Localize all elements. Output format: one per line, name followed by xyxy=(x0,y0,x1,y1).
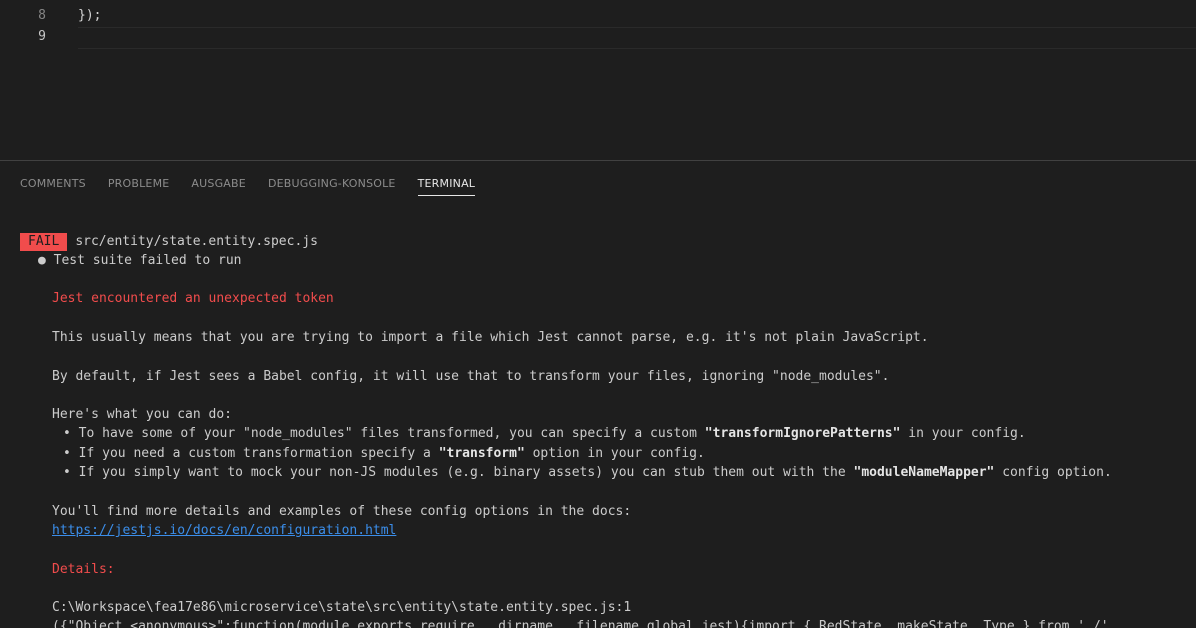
bullet-text: • To have some of your "node_modules" fi… xyxy=(63,426,705,441)
tab-comments[interactable]: COMMENTS xyxy=(20,175,86,195)
tab-debug-console[interactable]: DEBUGGING-KONSOLE xyxy=(268,175,396,195)
bullet-text: • If you need a custom transformation sp… xyxy=(63,446,439,461)
can-do-line: Here's what you can do: xyxy=(52,407,233,422)
bullet-transform: • If you need a custom transformation sp… xyxy=(63,444,705,463)
suite-failed-line: ● Test suite failed to run xyxy=(38,253,242,268)
code-editor[interactable]: 8 }); 9 xyxy=(0,0,1196,160)
panel-tabs: COMMENTS PROBLEME AUSGABE DEBUGGING-KONS… xyxy=(20,175,476,199)
bullet-module-name-mapper: • If you simply want to mock your non-JS… xyxy=(63,463,1112,482)
line-number: 9 xyxy=(38,29,46,44)
bullet-text: option in your config. xyxy=(524,446,705,461)
line-number: 8 xyxy=(38,8,46,23)
details-label: Details: xyxy=(52,562,115,577)
default-line: By default, if Jest sees a Babel config,… xyxy=(52,369,890,384)
bullet-text: in your config. xyxy=(900,426,1026,441)
bullet-transform-ignore: • To have some of your "node_modules" fi… xyxy=(63,424,1026,443)
tab-output[interactable]: AUSGABE xyxy=(191,175,246,195)
bullet-keyword: "transformIgnorePatterns" xyxy=(704,426,901,441)
fail-badge: FAIL xyxy=(20,233,68,251)
usually-line: This usually means that you are trying t… xyxy=(52,330,929,345)
bullet-text: • If you simply want to mock your non-JS… xyxy=(63,465,854,480)
editor-line-8: 8 }); xyxy=(0,6,1196,26)
fail-line: FAIL src/entity/state.entity.spec.js xyxy=(20,232,318,251)
bottom-panel: COMMENTS PROBLEME AUSGABE DEBUGGING-KONS… xyxy=(0,161,1196,628)
editor-line-9: 9 xyxy=(0,27,1196,47)
line-code[interactable]: }); xyxy=(78,6,101,26)
bullet-keyword: "moduleNameMapper" xyxy=(853,465,995,480)
fail-file: src/entity/state.entity.spec.js xyxy=(75,234,318,249)
tab-terminal[interactable]: TERMINAL xyxy=(417,175,476,196)
error-title: Jest encountered an unexpected token xyxy=(52,291,334,306)
object-line: ({"Object.<anonymous>":function(module,e… xyxy=(52,619,1109,628)
bullet-keyword: "transform" xyxy=(438,446,525,461)
docs-line: You'll find more details and examples of… xyxy=(52,504,632,519)
docs-link[interactable]: https://jestjs.io/docs/en/configuration.… xyxy=(52,521,396,540)
path-line: C:\Workspace\fea17e86\microservice\state… xyxy=(52,600,632,615)
bullet-text: config option. xyxy=(994,465,1112,480)
tab-problems[interactable]: PROBLEME xyxy=(108,175,170,195)
